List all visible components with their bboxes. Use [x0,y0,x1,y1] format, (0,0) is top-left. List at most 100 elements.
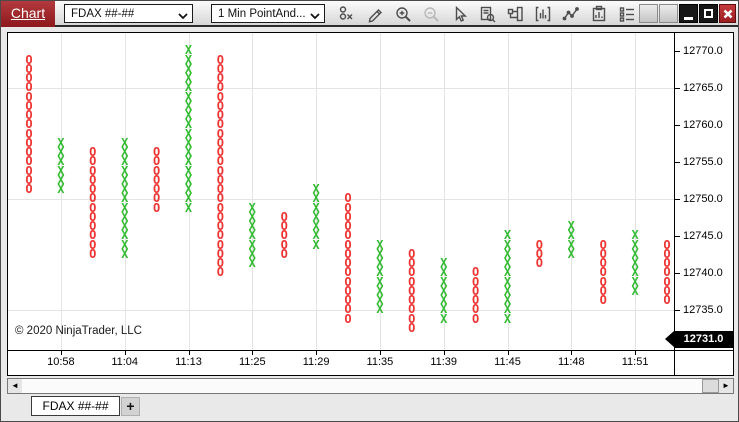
line-studies-icon [562,5,580,23]
horizontal-scrollbar[interactable]: ◄ ► [7,378,734,394]
time-axis-tick [316,351,317,355]
pnf-box-marker: O [470,315,482,324]
price-axis-tick [675,199,680,200]
time-axis-tick [635,351,636,355]
pnf-box-marker: O [278,250,290,259]
data-box-button[interactable] [477,3,497,25]
time-axis-tick [61,351,62,355]
gridline-horizontal [8,310,674,311]
time-axis-tick [125,351,126,355]
pnf-column: XXXX [565,222,577,259]
interval-selector[interactable]: 1 Min PointAnd... [211,4,325,23]
pnf-column: OOOOOOOOOOOOOOO [23,56,35,195]
time-axis-label: 11:35 [357,356,403,368]
pnf-column: OOOOOO [470,268,482,324]
pnf-box-marker: O [151,204,163,213]
price-axis-label: 12750.0 [683,193,723,205]
pnf-column: OOO [533,241,545,269]
time-axis-label: 11:39 [421,356,467,368]
pnf-box-marker: O [597,296,609,305]
ox-markers-button[interactable] [337,3,357,25]
time-axis-tick [571,351,572,355]
titlebar: Chart FDAX ##-## 1 Min PointAnd... [1,1,738,27]
indicators-button[interactable] [561,3,581,25]
chart-trader-icon [506,5,524,23]
pnf-column: OOOOOOOOOOOOOO [342,194,354,324]
pnf-box-marker: O [342,315,354,324]
interval-value: 1 Min PointAnd... [218,8,306,20]
pnf-box-marker: X [438,315,450,324]
data-box-icon [478,5,496,23]
pnf-box-marker: O [533,259,545,268]
drawing-tools-button[interactable] [365,3,385,25]
pnf-box-marker: X [246,259,258,268]
time-axis-label: 11:04 [102,356,148,368]
pnf-column: XXXXXX [55,139,67,195]
chart-properties-button[interactable] [589,3,609,25]
list-icon [618,5,636,23]
gridline-vertical [252,33,253,350]
zoom-out-icon [422,5,440,23]
time-axis-label: 11:29 [293,356,339,368]
time-axis-label: 11:25 [229,356,275,368]
chevron-down-icon [178,11,188,23]
scrollbar-thumb[interactable] [702,379,719,393]
tab-bar: FDAX ##-## + [1,396,738,418]
price-axis-line [674,33,675,375]
blank-button-1[interactable] [639,4,658,23]
chart-trader-button[interactable] [505,3,525,25]
pnf-column: OOOOOOOOOOOO [87,148,99,259]
last-price-tag: 12731.0 [665,331,733,348]
blank-button-2[interactable] [659,4,678,23]
price-axis-label: 12745.0 [683,230,723,242]
bar-type-button[interactable] [533,3,553,25]
price-axis-tick [675,162,680,163]
instrument-selector[interactable]: FDAX ##-## [64,4,193,23]
add-tab-button[interactable]: + [121,397,140,416]
minimize-button[interactable] [679,4,698,23]
time-axis-tick [189,351,190,355]
scroll-right-button[interactable]: ► [719,379,733,393]
price-axis-tick [675,310,680,311]
pnf-column: XXXXXXXXXXXXX [119,139,131,259]
pnf-column: XXXXXXXXXXXXXXXXXX [183,46,195,213]
close-icon [721,7,735,21]
gridline-vertical [571,33,572,350]
time-axis-label: 11:45 [485,356,531,368]
ox-markers-icon [338,5,356,23]
cursor-button[interactable] [449,3,469,25]
gridline-vertical [635,33,636,350]
pnf-box-marker: X [310,241,322,250]
price-axis-tick [675,125,680,126]
chart-window: Chart FDAX ##-## 1 Min PointAnd... [0,0,739,422]
time-axis-tick [252,351,253,355]
pnf-box-marker: O [214,268,226,277]
pnf-column: XXXXXXX [310,185,322,250]
price-axis-tick [675,273,680,274]
pencil-icon [366,5,384,23]
copyright-notice: © 2020 NinjaTrader, LLC [15,325,142,337]
zoom-out-button[interactable] [421,3,441,25]
pnf-box-marker: X [565,250,577,259]
close-button[interactable] [719,4,736,23]
price-axis-tick [675,51,680,52]
price-axis-label: 12740.0 [683,267,723,279]
data-series-button[interactable] [617,3,637,25]
tab-fdax[interactable]: FDAX ##-## [31,396,120,416]
scroll-left-button[interactable]: ◄ [8,379,22,393]
pnf-box-marker: X [119,250,131,259]
price-tag-arrow-icon [665,331,674,347]
bar-chart-icon [534,5,552,23]
time-axis-tick [508,351,509,355]
pnf-column: XXXXXXX [438,259,450,324]
maximize-button[interactable] [699,4,718,23]
chart-menu-button[interactable]: Chart [1,1,55,27]
minimize-icon [684,17,693,20]
last-price-value: 12731.0 [674,331,733,348]
zoom-in-button[interactable] [393,3,413,25]
time-axis-line [8,350,733,351]
chart-panel: OOOOOOOOOOOOOOOXXXXXXOOOOOOOOOOOOXXXXXXX… [7,32,734,376]
price-axis-tick [675,88,680,89]
pnf-column: OOOOOOO [151,148,163,213]
pnf-column: XXXXXXXXXX [502,231,514,324]
